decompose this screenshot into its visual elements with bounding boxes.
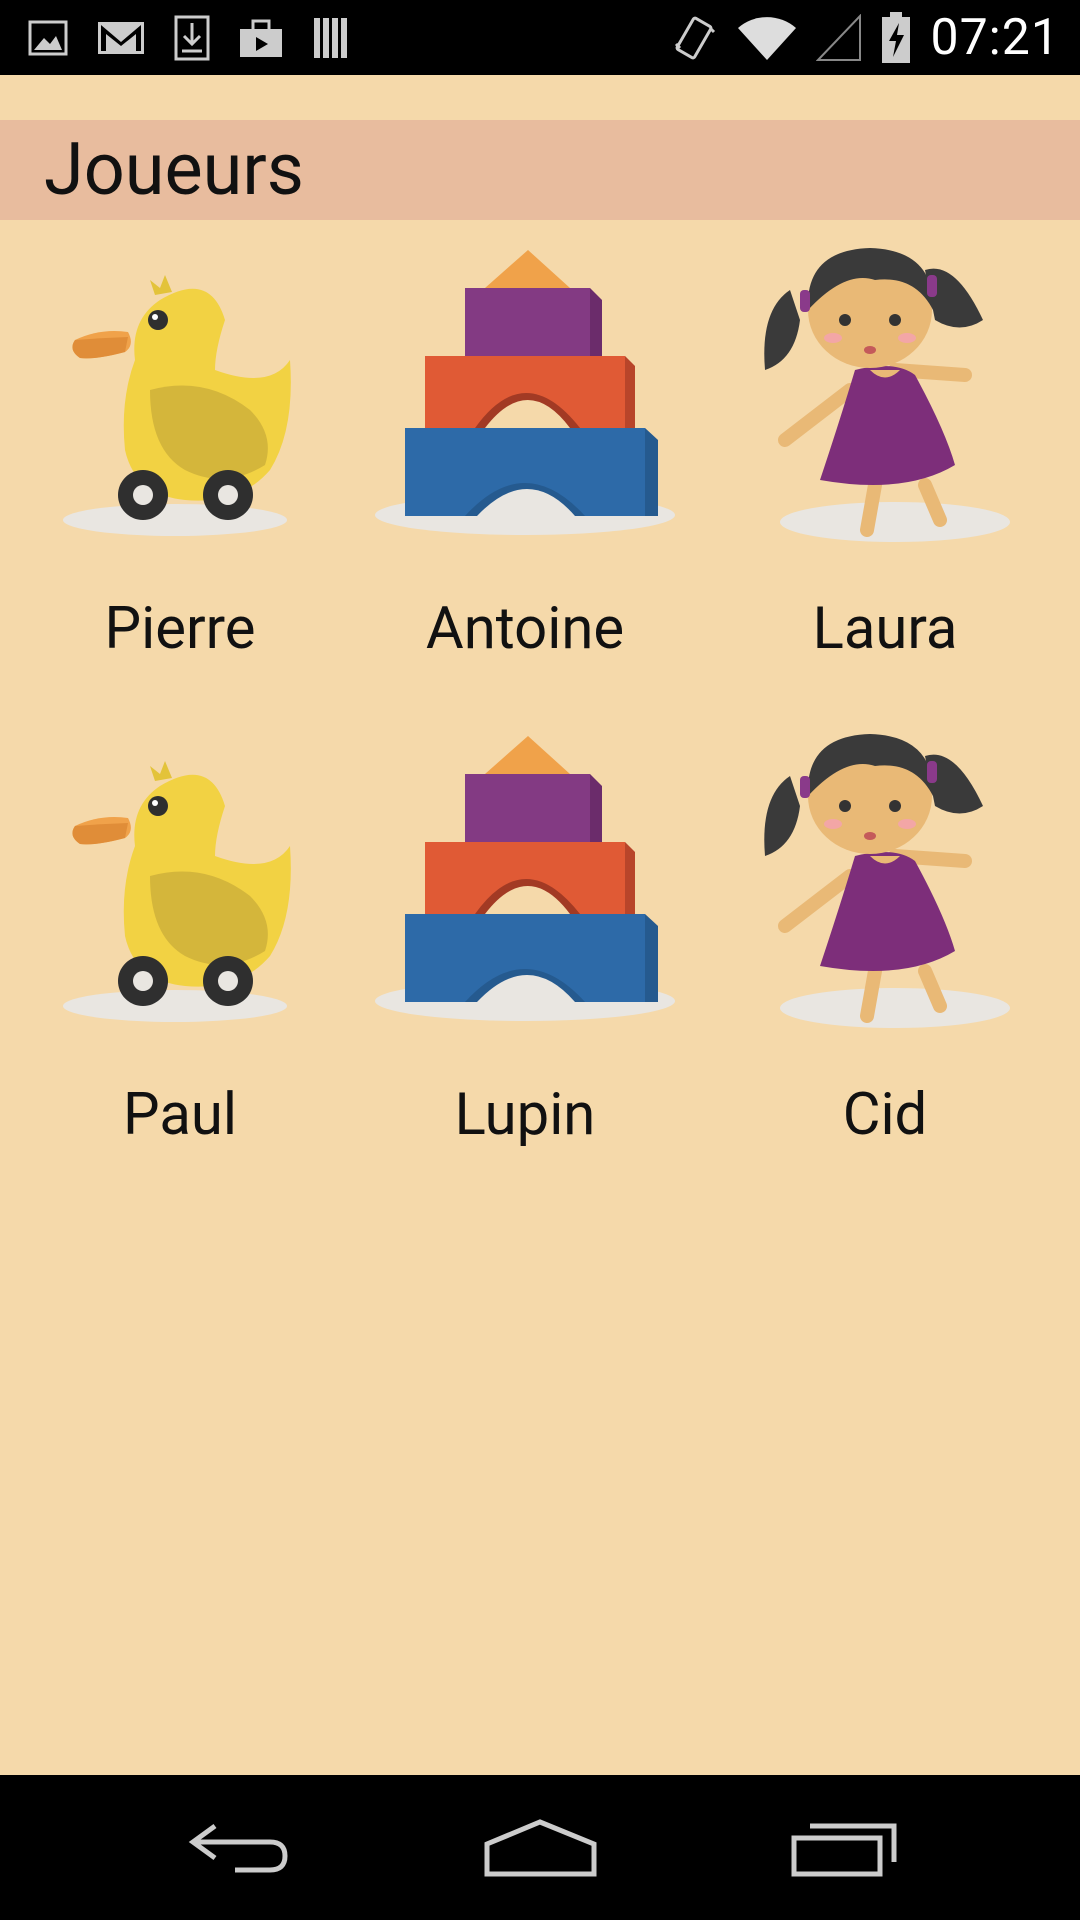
doll-icon	[764, 734, 1010, 1028]
player-name: Cid	[842, 1081, 928, 1149]
player-name: Laura	[812, 595, 958, 663]
recents-button[interactable]	[745, 1775, 945, 1920]
player-tile[interactable]: Paul	[0, 726, 360, 1172]
vibrate-icon	[675, 16, 716, 59]
player-name: Lupin	[454, 1081, 596, 1149]
duck-icon	[63, 761, 291, 1022]
player-name: Antoine	[425, 595, 625, 663]
wifi-icon	[738, 16, 797, 60]
system-icons: 07:21	[672, 0, 1060, 75]
status-bar: 07:21	[0, 0, 1080, 75]
player-name: Pierre	[104, 595, 256, 663]
duck-icon	[63, 275, 291, 536]
back-button[interactable]	[140, 1775, 340, 1920]
players-grid: Pierre Antoine Laura Paul Lupin Cid	[0, 240, 1080, 1172]
barcode-icon	[314, 17, 347, 58]
navigation-bar	[0, 1775, 1080, 1920]
header-bar: Joueurs	[0, 120, 1080, 220]
briefcase-icon	[240, 19, 282, 57]
blocks-icon	[375, 736, 675, 1021]
doll-icon	[764, 248, 1010, 542]
home-icon	[484, 1818, 596, 1876]
app-top-band	[0, 75, 1080, 120]
blocks-icon	[375, 250, 675, 535]
gmail-icon	[98, 21, 144, 54]
battery-charging-icon	[882, 11, 911, 63]
player-tile[interactable]: Cid	[690, 726, 1080, 1172]
page-title: Joueurs	[44, 127, 304, 212]
player-tile[interactable]: Pierre	[0, 240, 360, 686]
download-icon	[174, 15, 210, 60]
player-tile[interactable]: Antoine	[360, 240, 690, 686]
app-content: Joueurs Pierre Antoine Laura Paul Lupin …	[0, 75, 1080, 1775]
clock: 07:21	[930, 8, 1060, 67]
player-tile[interactable]: Lupin	[360, 726, 690, 1172]
recents-icon	[791, 1823, 897, 1876]
player-name: Paul	[123, 1081, 237, 1149]
notification-icons	[28, 0, 350, 75]
home-button[interactable]	[440, 1775, 640, 1920]
back-icon	[188, 1823, 288, 1872]
player-tile[interactable]: Laura	[690, 240, 1080, 686]
cell-signal-icon	[816, 13, 862, 61]
gallery-icon	[28, 20, 68, 55]
